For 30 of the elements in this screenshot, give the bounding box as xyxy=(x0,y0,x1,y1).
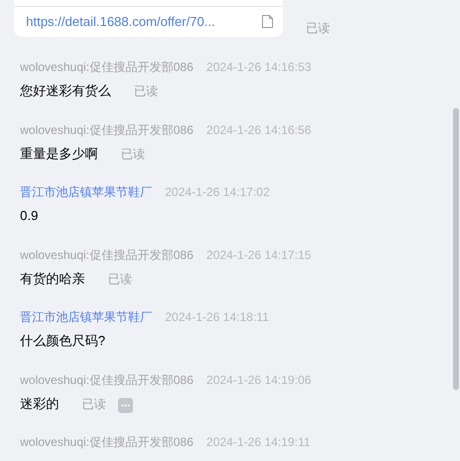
message-text: 有货的哈亲 xyxy=(20,270,85,288)
timestamp: 2024-1-26 14:17:02 xyxy=(165,184,270,201)
more-icon[interactable] xyxy=(118,398,133,412)
timestamp: 2024-1-26 14:16:53 xyxy=(206,59,312,76)
read-status: 已读 xyxy=(82,396,106,412)
timestamp: 2024-1-26 14:16:56 xyxy=(206,122,312,138)
timestamp: 2024-1-26 14:19:11 xyxy=(206,434,310,451)
message-text: 您好迷彩有货么 xyxy=(20,82,111,100)
message-text: 重量是多少啊 xyxy=(20,144,98,163)
timestamp: 2024-1-26 14:19:06 xyxy=(206,372,312,388)
link-card[interactable]: https://detail.1688.com/offer/70... xyxy=(14,0,283,37)
document-icon[interactable] xyxy=(262,14,273,28)
sender-name: 晋江市池店镇苹果节鞋厂 xyxy=(20,309,152,326)
message-text: 什么颜色尺码? xyxy=(20,332,106,350)
sender-name: woloveshuqi:促佳搜品开发部086 xyxy=(20,59,194,76)
message-text: 迷彩的 xyxy=(20,394,59,413)
link[interactable]: https://detail.1688.com/offer/70... xyxy=(26,12,216,32)
sender-name: woloveshuqi:促佳搜品开发部086 xyxy=(20,434,194,451)
timestamp: 2024-1-26 14:18:11 xyxy=(165,309,269,326)
read-status: 已读 xyxy=(121,146,145,162)
message-text: 0.9 xyxy=(20,207,38,226)
scrollbar[interactable] xyxy=(453,108,459,390)
timestamp: 2024-1-26 14:17:15 xyxy=(206,246,312,264)
sender-name: woloveshuqi:促佳搜品开发部086 xyxy=(20,122,194,138)
read-status: 已读 xyxy=(306,20,330,36)
read-status: 已读 xyxy=(134,83,158,100)
sender-name: woloveshuqi:促佳搜品开发部086 xyxy=(20,246,194,264)
sender-name: woloveshuqi:促佳搜品开发部086 xyxy=(20,372,194,388)
read-status: 已读 xyxy=(108,270,132,288)
sender-name: 晋江市池店镇苹果节鞋厂 xyxy=(20,184,152,201)
